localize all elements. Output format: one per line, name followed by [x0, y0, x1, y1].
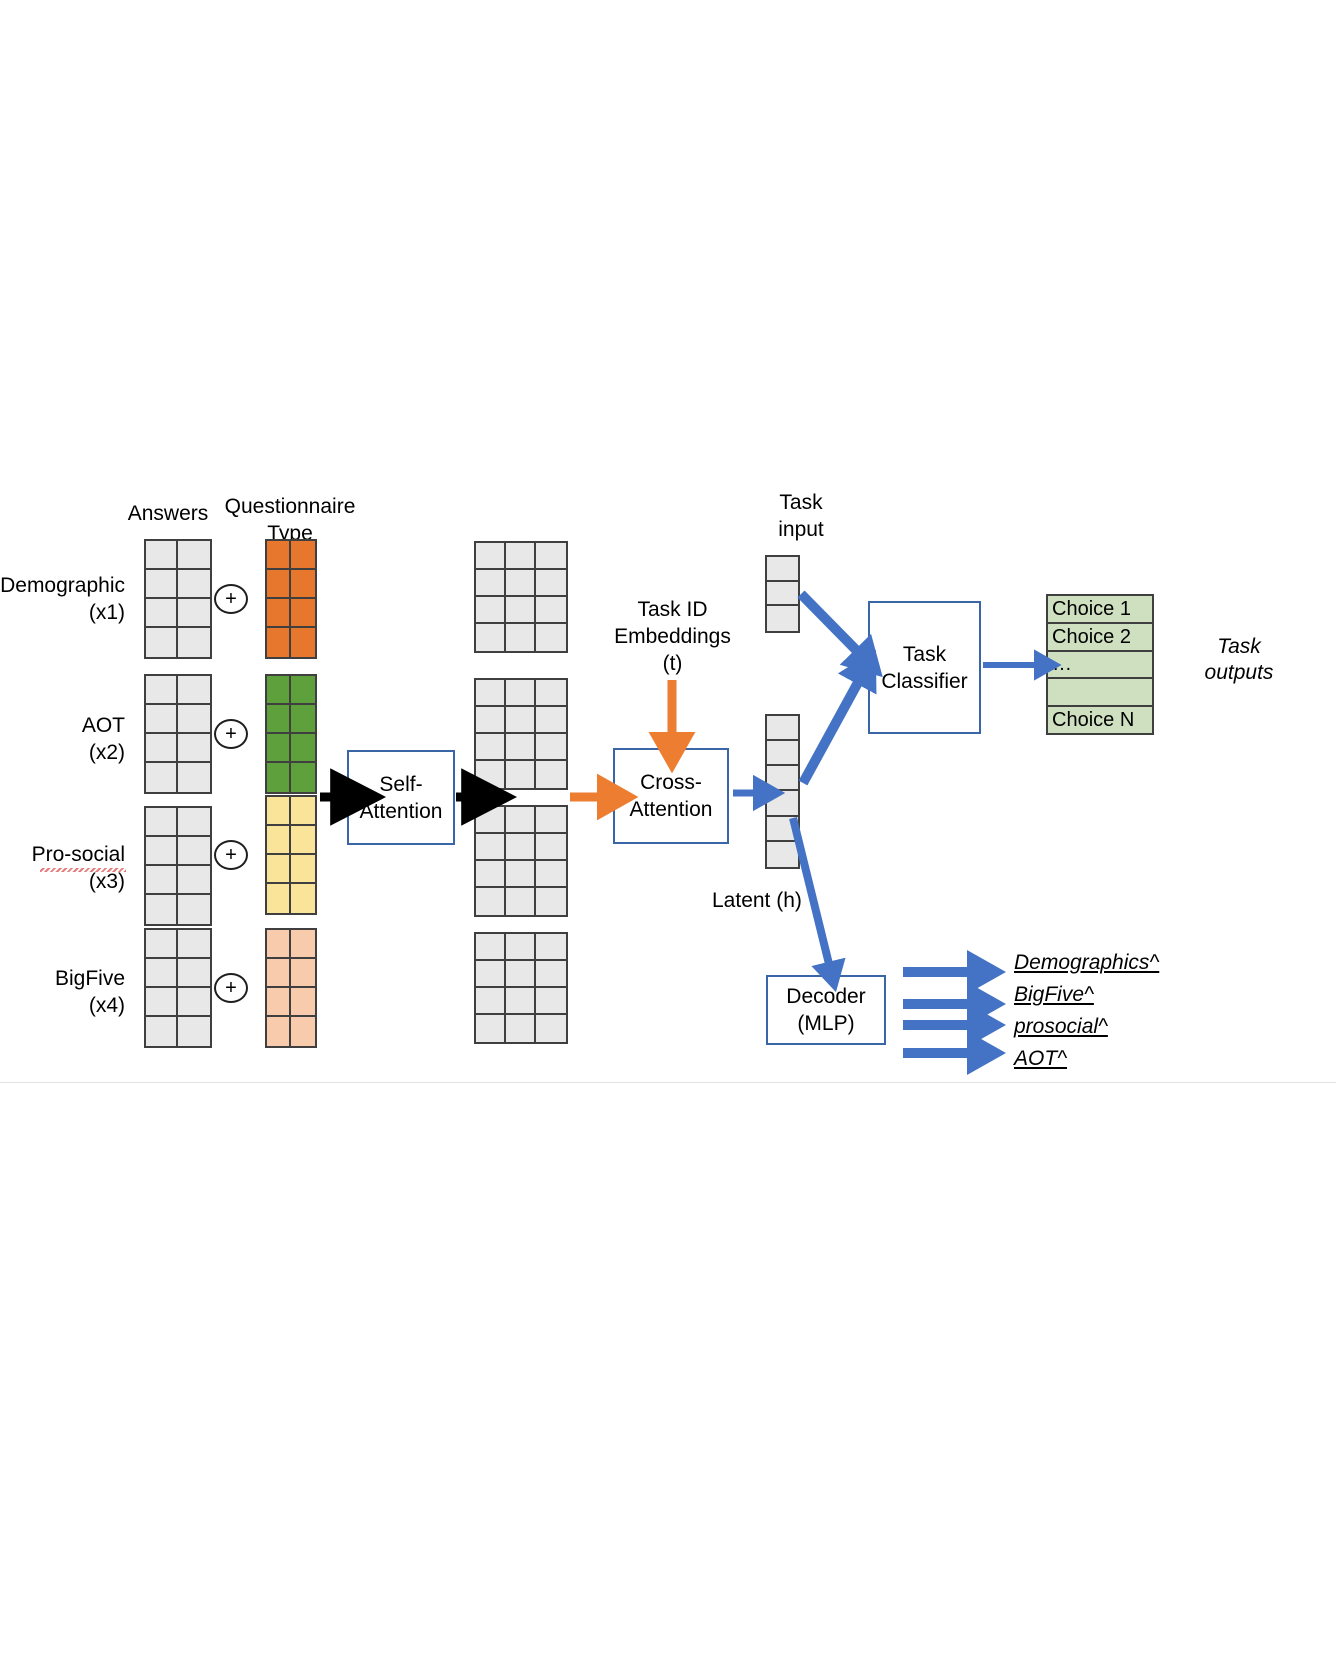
questionnaire-type-matrix-demographic [265, 539, 317, 659]
choice-row-2: Choice 2 [1048, 624, 1152, 652]
questionnaire-type-matrix-aot [265, 674, 317, 794]
task-input-label: Task input [778, 491, 824, 541]
plus-operator-prosocial: + [214, 840, 248, 870]
self-attention-label: Self- Attention [359, 772, 443, 823]
encoded-matrix-2 [474, 678, 568, 790]
task-input-vector [765, 555, 800, 633]
figure-canvas: Answers Questionnaire Type Demographic (… [0, 0, 1336, 1670]
answers-matrix-demographic [144, 539, 212, 659]
decoder-label: Decoder (MLP) [786, 985, 866, 1035]
latent-label: Latent (h) [712, 889, 802, 912]
arrow-task-input-to-classifier [797, 590, 883, 678]
row-label-bigfive: BigFive (x4) [54, 967, 125, 1017]
plus-glyph: + [225, 844, 237, 866]
plus-operator-aot: + [214, 719, 248, 749]
decoder-output-aot: AOT^ [1014, 1047, 1068, 1070]
cross-attention-block[interactable]: Cross- Attention [613, 748, 729, 844]
plus-glyph: + [225, 723, 237, 745]
task-classifier-label: Task Classifier [881, 642, 968, 693]
diagram-area: Answers Questionnaire Type Demographic (… [0, 0, 1336, 1083]
spellcheck-squiggle [40, 868, 126, 872]
arrow-latent-to-classifier [798, 649, 877, 786]
decoder-block[interactable]: Decoder (MLP) [766, 975, 886, 1045]
cross-attention-label: Cross- Attention [629, 771, 713, 821]
choice-row-blank [1048, 679, 1152, 708]
task-id-embeddings-label: Task ID Embeddings (t) [614, 598, 731, 675]
encoded-matrix-3 [474, 805, 568, 917]
encoded-matrix-1 [474, 541, 568, 653]
encoded-matrix-4 [474, 932, 568, 1044]
plus-glyph: + [225, 977, 237, 999]
choice-row-n: Choice N [1052, 709, 1135, 732]
plus-glyph: + [225, 588, 237, 610]
questionnaire-type-matrix-prosocial [265, 795, 317, 915]
decoder-output-demographics: Demographics^ [1014, 951, 1160, 974]
plus-operator-bigfive: + [214, 973, 248, 1003]
answers-matrix-bigfive [144, 928, 212, 1048]
answers-matrix-prosocial [144, 806, 212, 926]
task-outputs-table: Choice 1 Choice 2 … Choice N [1046, 594, 1154, 735]
choice-row-1: Choice 1 [1048, 596, 1152, 624]
decoder-output-prosocial: prosocial^ [1014, 1015, 1108, 1038]
row-label-aot: AOT (x2) [81, 714, 125, 764]
plus-operator-demographic: + [214, 584, 248, 614]
choice-row-ellipsis: … [1048, 652, 1152, 680]
latent-vector [765, 714, 800, 869]
decoder-output-bigfive: BigFive^ [1014, 983, 1094, 1006]
row-label-demographic: Demographic (x1) [0, 574, 125, 624]
answers-matrix-aot [144, 674, 212, 794]
questionnaire-type-matrix-bigfive [265, 928, 317, 1048]
task-outputs-label: Task outputs [1204, 635, 1274, 684]
answers-header: Answers [127, 502, 209, 525]
self-attention-block[interactable]: Self- Attention [347, 750, 455, 845]
task-classifier-block[interactable]: Task Classifier [868, 601, 981, 734]
